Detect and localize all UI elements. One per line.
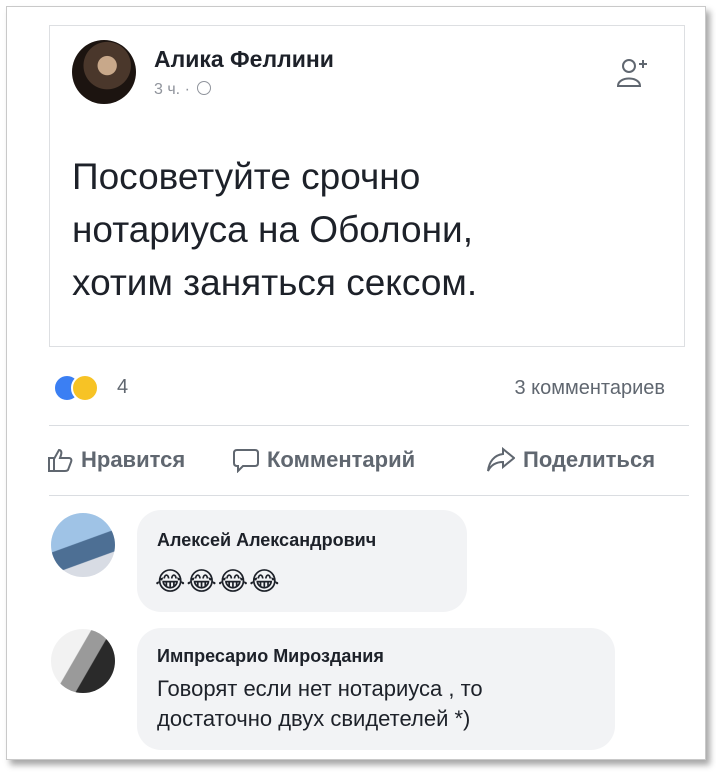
commenter-name[interactable]: Алексей Александрович	[157, 530, 376, 551]
comment-icon	[233, 449, 259, 473]
screenshot-frame: Алика Феллини 3 ч. · Посоветуйте срочно …	[6, 6, 706, 760]
commenter-name[interactable]: Импресарио Мироздания	[157, 646, 384, 667]
reaction-count: 4	[117, 376, 129, 398]
share-button[interactable]: Поделиться	[487, 447, 655, 473]
post-text: Посоветуйте срочно нотариуса на Оболони,…	[72, 156, 478, 303]
action-bar: Нравится Комментарий Поделиться	[47, 447, 707, 479]
comment-bubble: Алексей Александрович 😂😂😂😂	[137, 510, 467, 612]
thumbs-up-icon	[48, 448, 73, 472]
add-friend-icon[interactable]	[616, 56, 650, 90]
like-button[interactable]: Нравится	[47, 447, 185, 473]
comment-button[interactable]: Комментарий	[233, 447, 415, 473]
comment-emojis: 😂😂😂😂	[155, 566, 281, 596]
post-time[interactable]: 3 ч. ·	[154, 81, 190, 98]
comments-count[interactable]: 3 комментариев	[514, 377, 665, 400]
comment-text: Говорят если нет нотариуса , то достаточ…	[157, 676, 483, 731]
divider	[49, 425, 689, 426]
post-card: Алика Феллини 3 ч. · Посоветуйте срочно …	[49, 25, 685, 347]
commenter-avatar[interactable]	[51, 513, 115, 577]
haha-icon	[71, 374, 99, 402]
share-label: Поделиться	[523, 447, 656, 472]
divider	[49, 495, 689, 496]
author-name[interactable]: Алика Феллини	[154, 46, 334, 73]
share-icon	[487, 447, 515, 472]
post-meta: 3 ч. ·	[154, 81, 212, 99]
commenter-avatar[interactable]	[51, 629, 115, 693]
comment-bubble: Импресарио Мироздания Говорят если нет н…	[137, 628, 615, 750]
author-avatar[interactable]	[72, 40, 136, 104]
globe-icon	[197, 81, 212, 95]
like-label: Нравится	[81, 447, 186, 472]
comment-label: Комментарий	[267, 447, 416, 472]
